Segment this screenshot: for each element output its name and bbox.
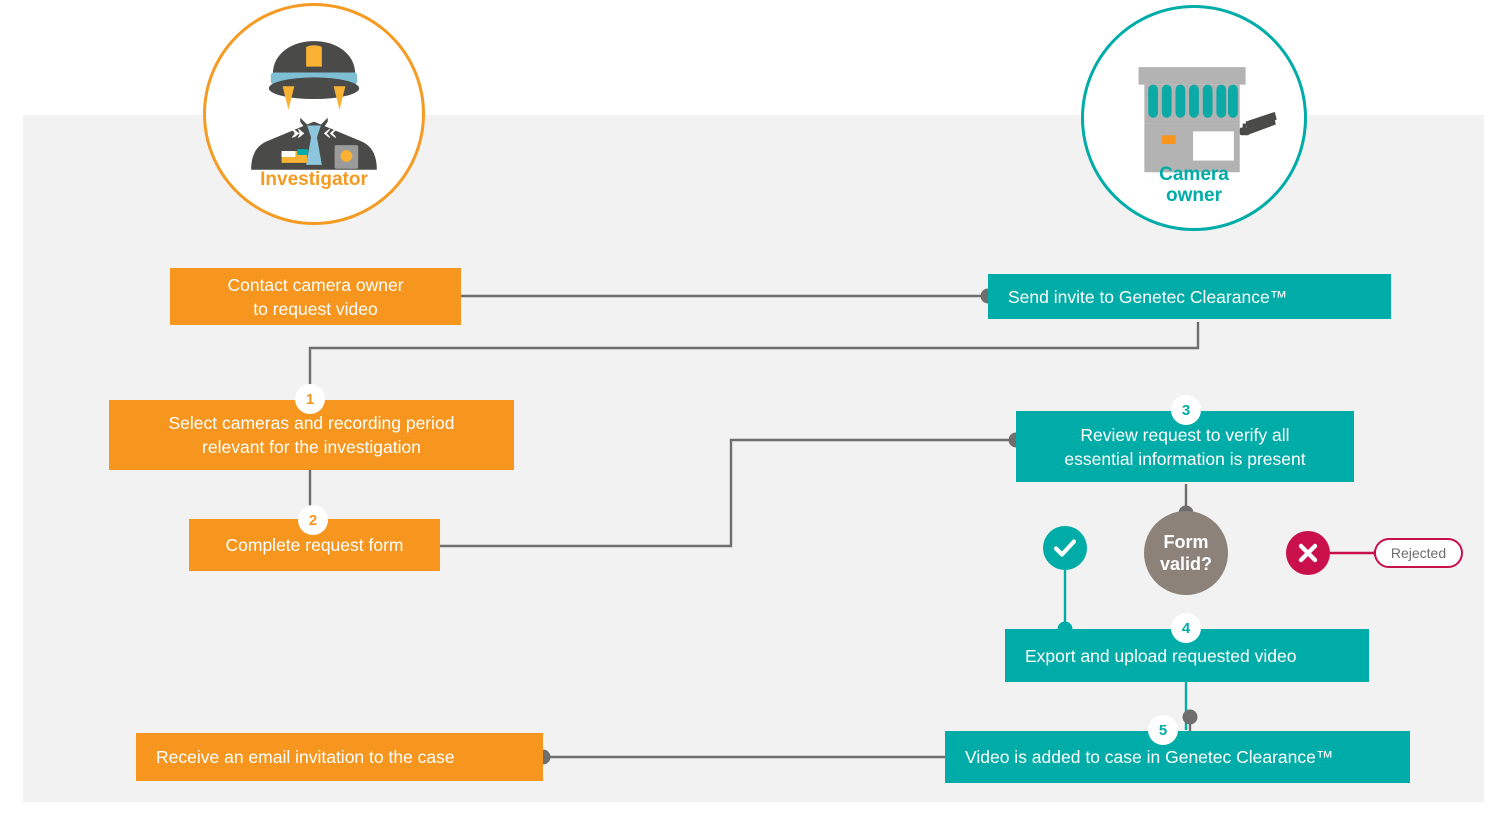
step-export-upload-label: Export and upload requested video [1025, 645, 1297, 666]
cross-icon [1298, 543, 1318, 563]
step-select-cameras-label: Select cameras and recording period rele… [168, 413, 455, 457]
step-contact-camera-owner-label: Contact camera owner to request video [227, 274, 404, 319]
workflow-diagram: Investigator Camera owner Contact camera… [0, 0, 1508, 827]
persona-camera-owner: Camera owner [1081, 5, 1307, 231]
police-officer-icon [251, 41, 377, 170]
rejected-outcome-label: Rejected [1390, 545, 1447, 561]
decision-form-valid-label: Form valid? [1159, 532, 1212, 574]
connector-dot [1182, 709, 1198, 725]
step-send-invite-label: Send invite to Genetec Clearance™ [1008, 286, 1288, 307]
step-badge-5: 5 [1148, 715, 1178, 745]
checkmark-icon [1053, 539, 1077, 557]
step-video-added-label: Video is added to case in Genetec Cleara… [965, 747, 1334, 767]
decision-form-valid: Form valid? [1144, 511, 1228, 595]
step-complete-request-form-label: Complete request form [225, 535, 404, 555]
step-contact-camera-owner[interactable]: Contact camera owner to request video [170, 268, 461, 325]
step-badge-1: 1 [295, 384, 325, 414]
rejected-outcome-pill: Rejected [1374, 538, 1463, 568]
step-receive-email[interactable]: Receive an email invitation to the case [136, 733, 543, 781]
step-badge-2: 2 [298, 505, 328, 535]
step-badge-3: 3 [1171, 395, 1201, 425]
step-badge-4: 4 [1171, 613, 1201, 643]
step-video-added[interactable]: Video is added to case in Genetec Cleara… [945, 731, 1410, 783]
persona-investigator-label: Investigator [260, 169, 368, 190]
accept-status-icon [1043, 526, 1087, 570]
persona-camera-owner-label: Camera owner [1159, 164, 1229, 206]
persona-investigator: Investigator [203, 3, 425, 225]
step-receive-email-label: Receive an email invitation to the case [156, 747, 455, 767]
step-send-invite[interactable]: Send invite to Genetec Clearance™ [988, 274, 1391, 319]
step-review-request-label: Review request to verify all essential i… [1064, 424, 1306, 469]
reject-status-icon [1286, 531, 1330, 575]
